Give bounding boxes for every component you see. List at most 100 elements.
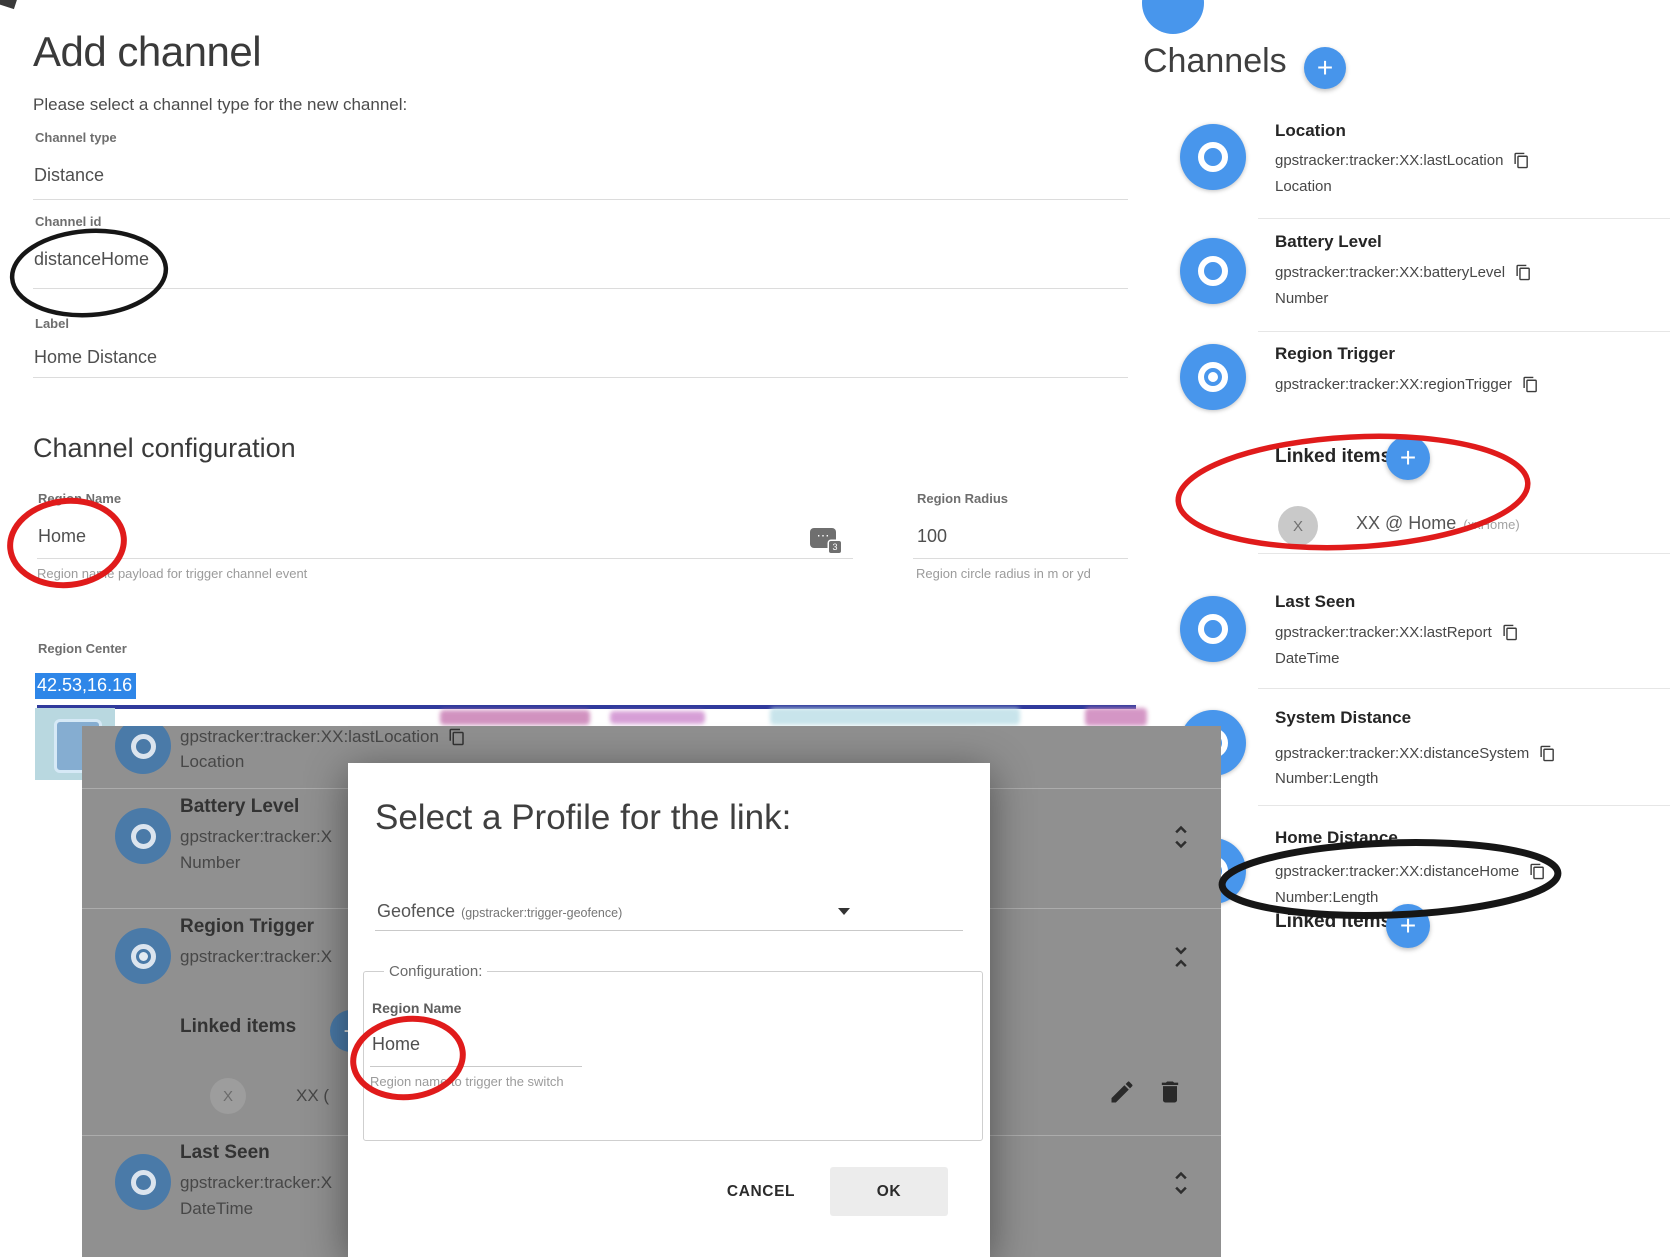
- channel-uid: gpstracker:tracker:XX:distanceSystem: [1275, 745, 1529, 762]
- artifact-pink-2: [610, 711, 705, 724]
- unfold-more-icon: [1166, 1168, 1196, 1198]
- annotation-black-channel-id: [9, 226, 168, 321]
- dim-channel-title: Last Seen: [180, 1142, 270, 1164]
- channel-state-icon: [1180, 124, 1246, 190]
- label-input[interactable]: Home Distance: [34, 347, 157, 368]
- modal-region-name-input[interactable]: Home: [372, 1034, 420, 1055]
- copy-icon[interactable]: [1539, 745, 1556, 762]
- configuration-fieldset: Configuration:: [363, 963, 983, 1141]
- copy-icon: [448, 728, 466, 746]
- dim-channel-state-icon: [115, 726, 171, 774]
- dim-linked-items-label: Linked items: [180, 1016, 296, 1038]
- dim-channel-title: Battery Level: [180, 796, 299, 818]
- profile-select-uid: (gpstracker:trigger-geofence): [461, 906, 622, 920]
- region-center-input[interactable]: 42.53,16.16: [35, 673, 136, 699]
- copy-icon[interactable]: [1515, 264, 1532, 281]
- channels-header: Channels: [1143, 42, 1287, 81]
- dropdown-caret-icon[interactable]: [838, 908, 850, 915]
- linked-items-label: Linked items: [1275, 446, 1391, 468]
- linked-item-suffix: (xxHome): [1463, 517, 1519, 532]
- channel-trigger-icon: [1180, 344, 1246, 410]
- divider: [1258, 805, 1670, 806]
- label-label: Label: [35, 316, 69, 331]
- region-name-label: Region Name: [38, 491, 121, 506]
- form-intro: Please select a channel type for the new…: [33, 95, 407, 115]
- divider: [1258, 218, 1670, 219]
- dim-channel-uid: gpstracker:tracker:X: [180, 1173, 332, 1193]
- channel-uid: gpstracker:tracker:XX:lastLocation: [1275, 152, 1503, 169]
- modal-region-name-underline: [370, 1066, 582, 1067]
- linked-item-row[interactable]: XX @ Home (xxHome): [1356, 513, 1520, 534]
- page: Add channel Please select a channel type…: [0, 0, 1670, 1257]
- corner-artifact: [0, 0, 17, 9]
- channel-uid-row: gpstracker:tracker:XX:regionTrigger: [1275, 376, 1539, 393]
- linked-item-name: XX @ Home: [1356, 513, 1456, 533]
- channel-type-text: DateTime: [1275, 650, 1339, 667]
- channel-title: System Distance: [1275, 708, 1411, 728]
- artifact-pink-1: [440, 710, 590, 725]
- channel-title: Location: [1275, 121, 1346, 141]
- add-linked-item-button[interactable]: +: [1386, 904, 1430, 948]
- channel-type-value[interactable]: Distance: [34, 165, 104, 186]
- add-channel-button[interactable]: +: [1304, 47, 1346, 89]
- channel-title: Last Seen: [1275, 592, 1355, 612]
- channel-uid: gpstracker:tracker:XX:batteryLevel: [1275, 264, 1505, 281]
- dim-channel-type: Number: [180, 853, 240, 873]
- region-radius-input[interactable]: 100: [917, 526, 947, 547]
- channel-type-text: Number: [1275, 290, 1328, 307]
- profile-select-underline: [375, 930, 963, 931]
- dim-channel-title: Region Trigger: [180, 916, 314, 938]
- ime-badge: 3: [829, 541, 841, 553]
- label-underline: [33, 377, 1128, 378]
- channel-uid-row: gpstracker:tracker:XX:distanceHome: [1275, 863, 1546, 880]
- channel-title: Region Trigger: [1275, 344, 1395, 364]
- channel-title: Home Distance: [1275, 828, 1398, 848]
- dim-channel-type: DateTime: [180, 1199, 253, 1219]
- linked-item-avatar: X: [1278, 506, 1318, 546]
- copy-icon[interactable]: [1502, 624, 1519, 641]
- region-name-input[interactable]: Home: [38, 526, 86, 547]
- channel-type-text: Location: [1275, 178, 1332, 195]
- channel-uid: gpstracker:tracker:XX:distanceHome: [1275, 863, 1519, 880]
- divider: [1258, 688, 1670, 689]
- channel-id-underline: [33, 288, 1128, 289]
- dim-linked-item-name: XX (: [296, 1086, 329, 1106]
- channel-uid-row: gpstracker:tracker:XX:lastLocation: [1275, 152, 1530, 169]
- dim-channel-uid: gpstracker:tracker:XX:lastLocation: [180, 727, 439, 747]
- configuration-legend: Configuration:: [384, 963, 487, 980]
- modal-region-name-hint: Region name to trigger the switch: [370, 1074, 564, 1089]
- copy-icon[interactable]: [1522, 376, 1539, 393]
- plus-icon: +: [1400, 442, 1416, 474]
- divider: [1258, 331, 1670, 332]
- dim-channel-state-icon: [115, 1154, 171, 1210]
- copy-icon[interactable]: [1513, 152, 1530, 169]
- artifact-teal-1: [770, 708, 1020, 725]
- dim-linked-item-avatar: X: [210, 1078, 246, 1114]
- channel-id-input[interactable]: distanceHome: [34, 249, 149, 270]
- dim-channel-uid: gpstracker:tracker:X: [180, 947, 332, 967]
- channel-state-icon: [1180, 596, 1246, 662]
- cancel-button[interactable]: CANCEL: [706, 1172, 816, 1212]
- artifact-pink-3: [1085, 708, 1147, 726]
- profile-select-value: Geofence: [377, 901, 455, 921]
- channel-uid: gpstracker:tracker:XX:regionTrigger: [1275, 376, 1512, 393]
- keyboard-ime-icon[interactable]: ⋯ 3: [810, 528, 836, 548]
- divider: [1258, 553, 1670, 554]
- ime-dots: ⋯: [817, 528, 830, 543]
- page-title: Add channel: [33, 28, 261, 76]
- ok-button[interactable]: OK: [830, 1167, 948, 1216]
- channel-type-text: Number:Length: [1275, 889, 1378, 906]
- dialog-title: Select a Profile for the link:: [375, 798, 791, 838]
- add-linked-item-button[interactable]: +: [1386, 436, 1430, 480]
- channel-type-text: Number:Length: [1275, 770, 1378, 787]
- region-center-label: Region Center: [38, 641, 127, 656]
- modal-region-name-label: Region Name: [372, 1000, 461, 1016]
- dim-channel-uid: gpstracker:tracker:X: [180, 827, 332, 847]
- copy-icon[interactable]: [1529, 863, 1546, 880]
- channel-id-label: Channel id: [35, 214, 101, 229]
- edit-pencil-icon: [1108, 1078, 1136, 1106]
- dim-channel-uid-row: gpstracker:tracker:XX:lastLocation: [180, 727, 466, 747]
- profile-select[interactable]: Geofence (gpstracker:trigger-geofence): [377, 901, 622, 922]
- region-radius-label: Region Radius: [917, 491, 1008, 506]
- profile-dialog: Select a Profile for the link: Geofence (…: [348, 763, 990, 1257]
